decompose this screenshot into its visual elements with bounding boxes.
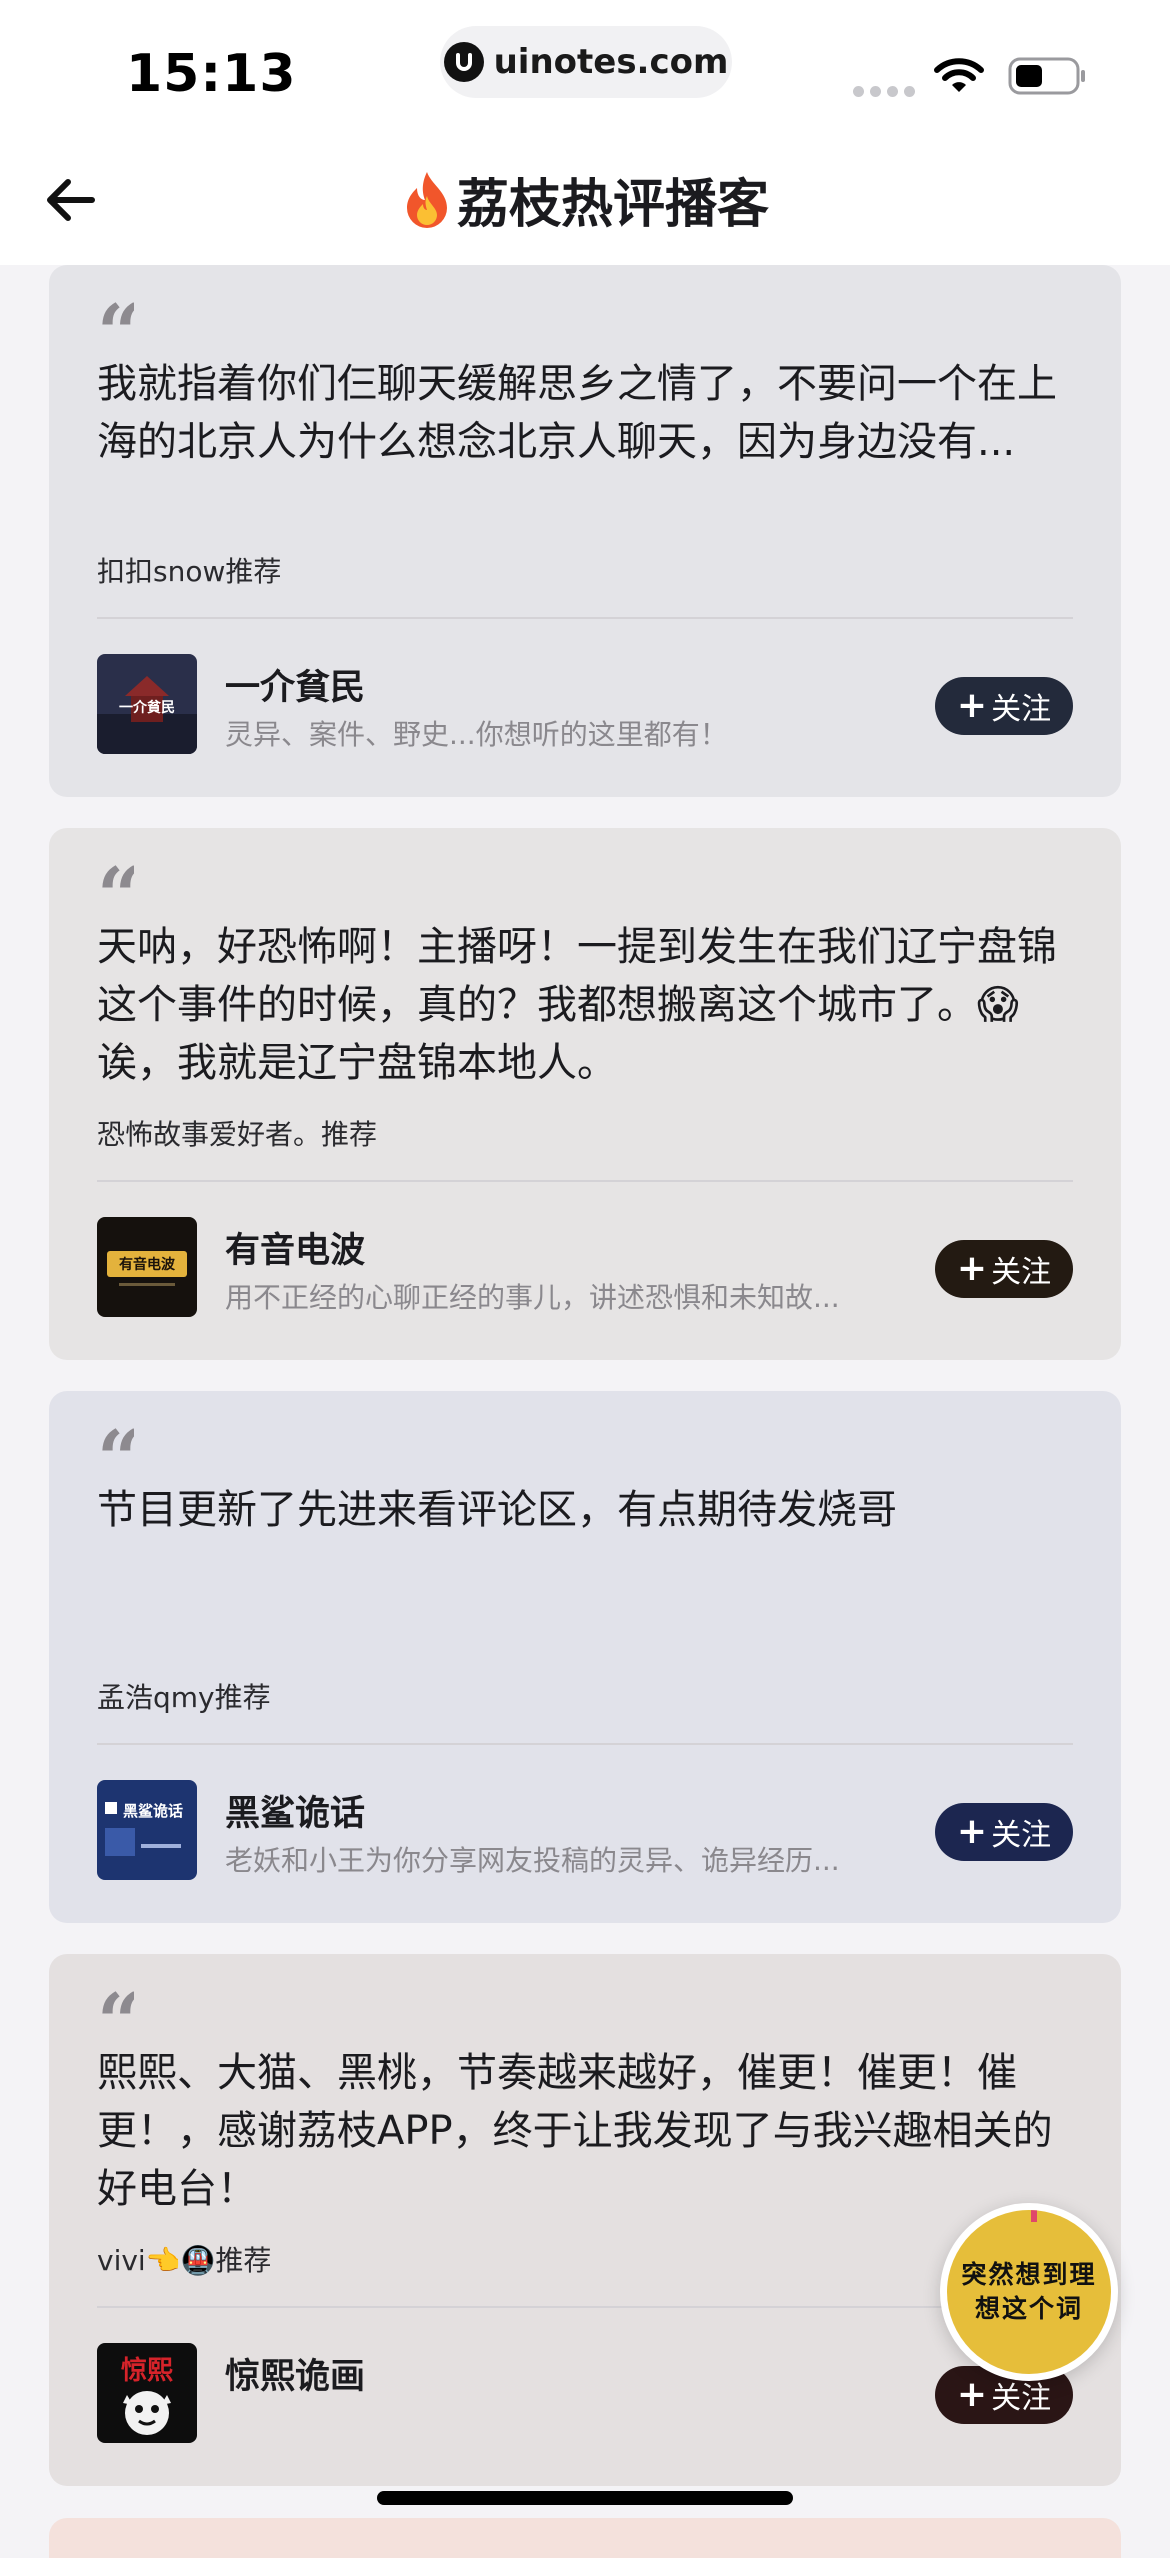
follow-label: 关注 [991,692,1052,727]
recommender-label: 恐怖故事爱好者。推荐 [97,1118,378,1151]
divider [97,617,1073,619]
battery-icon [1008,56,1088,100]
plus-icon: + [956,1811,988,1852]
site-logo-icon [443,42,484,82]
recommender-label: 扣扣snow推荐 [97,555,282,588]
divider [97,2306,1073,2308]
podcast-description: 用不正经的心聊正经的事儿，讲述恐惧和未知故... [225,1281,840,1314]
quote-icon: “ [97,1984,134,2044]
floating-player-cover: 突然想到理想这个词 [947,2210,1111,2374]
podcast-name[interactable]: 惊熙诡画 [225,2348,365,2399]
quote-icon: “ [97,295,134,355]
comment-text: 天呐，好恐怖啊！主播呀！一提到发生在我们辽宁盘锦这个事件的时候，真的？我都想搬离… [97,924,1057,1086]
plus-icon: + [956,685,988,726]
badge-indicator [1031,2210,1037,2222]
cover-text: 一介貧民 [119,699,175,716]
follow-button[interactable]: + 关注 [935,1803,1073,1861]
comment-card[interactable]: “ 我就指着你们仨聊天缓解思乡之情了，不要问一个在上海的北京人为什么想念北京人聊… [49,265,1121,797]
comment-card[interactable]: “ 天呐，好恐怖啊！主播呀！一提到发生在我们辽宁盘锦这个事件的时候，真的？我都想… [49,828,1121,1360]
wifi-icon [933,56,985,100]
status-bar: 15:13 uinotes.com [0,0,1170,140]
comment-text: 我就指着你们仨聊天缓解思乡之情了，不要问一个在上海的北京人为什么想念北京人聊天，… [97,361,1057,465]
podcast-cover[interactable]: 一介貧民 [97,654,197,754]
url-text: uinotes.com [493,42,729,82]
next-card-peek [49,2518,1121,2558]
follow-label: 关注 [991,1255,1052,1290]
divider [97,1743,1073,1745]
home-indicator[interactable] [377,2491,793,2505]
nav-bar: 荔枝热评播客 [0,140,1170,265]
podcast-name[interactable]: 有音电波 [225,1222,365,1273]
podcast-cover[interactable]: 有音电波 [97,1217,197,1317]
comment-text: 节目更新了先进来看评论区，有点期待发烧哥 [97,1487,897,1533]
page-title-text: 荔枝热评播客 [456,175,769,235]
follow-label: 关注 [991,1818,1052,1853]
page-title: 荔枝热评播客 [0,162,1170,241]
podcast-cover[interactable]: 惊熙 [97,2343,197,2443]
podcast-name[interactable]: 黑鲨诡话 [225,1785,365,1836]
cover-text: 黑鲨诡话 [123,1802,183,1820]
cellular-signal-icon [853,86,915,97]
cover-text: 有音电波 [119,1256,176,1273]
fire-icon [401,170,453,241]
comment-card[interactable]: “ 熙熙、大猫、黑桃，节奏越来越好，催更！催更！催更！，感谢荔枝APP，终于让我… [49,1954,1121,2486]
recommender-label: vivi👈🚇推荐 [97,2244,272,2277]
plus-icon: + [956,2374,988,2415]
comment-text: 熙熙、大猫、黑桃，节奏越来越好，催更！催更！催更！，感谢荔枝APP，终于让我发现… [97,2050,1053,2212]
floating-player-badge[interactable]: 突然想到理想这个词 [940,2203,1118,2381]
status-time: 15:13 [126,44,297,104]
podcast-description: 灵异、案件、野史...你想听的这里都有！ [225,718,728,751]
podcast-description: 老妖和小王为你分享网友投稿的灵异、诡异经历... [225,1844,840,1877]
floating-player-text: 突然想到理想这个词 [961,2260,1097,2323]
recommender-label: 孟浩qmy推荐 [97,1681,271,1714]
quote-icon: “ [97,858,134,918]
cover-text: 惊熙 [121,2356,173,2386]
divider [97,1180,1073,1182]
follow-button[interactable]: + 关注 [935,677,1073,735]
follow-button[interactable]: + 关注 [935,1240,1073,1298]
comment-card[interactable]: “ 节目更新了先进来看评论区，有点期待发烧哥 孟浩qmy推荐 黑鲨诡话 黑鲨诡话… [49,1391,1121,1923]
url-pill[interactable]: uinotes.com [440,26,732,98]
podcast-name[interactable]: 一介貧民 [225,659,365,710]
quote-icon: “ [97,1421,134,1481]
plus-icon: + [956,1248,988,1289]
podcast-cover[interactable]: 黑鲨诡话 [97,1780,197,1880]
